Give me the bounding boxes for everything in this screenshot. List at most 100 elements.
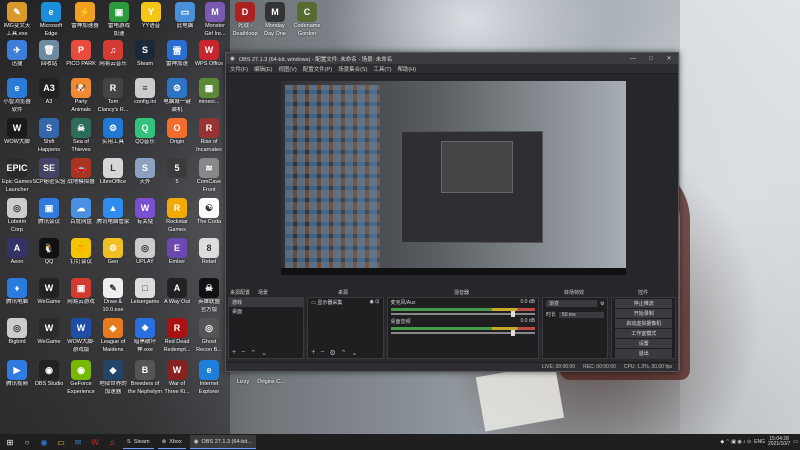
stop-streaming-button[interactable]: 停止推流 [615,299,672,308]
volume-slider[interactable] [390,330,535,336]
desktop-icon[interactable]: ◆ League of Maidens [96,318,130,353]
desktop-icon[interactable]: e 小智浏览器 软件 [0,78,34,113]
move-down-icon[interactable]: ⌄ [352,349,358,357]
obs-preview-canvas[interactable] [281,81,626,275]
desktop-icon[interactable]: ◎ UPLAY [128,238,162,266]
desktop-icon[interactable]: O Origin [160,118,194,146]
desktop-icon[interactable]: W 有关使 [128,198,162,226]
browser-icon[interactable]: ◉ [37,436,51,448]
desktop-icon[interactable]: ◉ GeForce Experience [64,360,98,395]
desktop-icon[interactable]: R Tom Clancy's R... [96,78,130,113]
desktop-icon[interactable]: P PICO PARK [64,40,98,68]
files-icon[interactable]: ▭ [54,436,68,448]
desktop-icon[interactable]: e Microsoft Edge [34,2,68,37]
desktop-icon[interactable]: ◎ Lobotm Corp [0,198,34,233]
desktop-icon[interactable]: A Aeon [0,238,34,266]
desktop-icon[interactable]: R Rise of Incarnates [192,118,226,153]
desktop-icon[interactable]: Q QQ音乐 [128,118,162,146]
eye-icon[interactable]: ◉ ⊡ [370,299,380,305]
scene-item[interactable]: 游戏 [229,298,304,307]
taskbar-app[interactable]: ⊗ Xbox [157,435,186,449]
duration-input[interactable]: 50 ms [558,311,605,318]
add-icon[interactable]: + [311,349,315,357]
desktop-icon[interactable]: ◉ OBS Studio [32,360,66,388]
desktop-icon[interactable]: 🐧 QQ [32,238,66,266]
desktop-icon[interactable]: ☠ 英雄联盟 官方版 [192,278,226,313]
desktop-icon[interactable]: ⚙ Geo [96,238,130,266]
slider-knob[interactable] [510,311,515,317]
mail-icon[interactable]: ✉ [71,436,85,448]
menu-file[interactable]: 文件(F) [230,65,248,73]
add-icon[interactable]: + [232,349,236,357]
desktop-icon[interactable]: 雷雷神加速 [160,40,194,68]
menu-tools[interactable]: 工具(T) [373,65,391,73]
desktop-icon[interactable]: ♫ 网易云音乐 [96,40,130,68]
menu-view[interactable]: 视图(V) [278,65,296,73]
desktop-icon[interactable]: ▦ minecr... [192,78,226,106]
gear-icon[interactable]: ⚙ [600,301,604,307]
settings-button[interactable]: 设置 [615,339,672,348]
desktop-icon[interactable]: R Rockstar Games [160,198,194,233]
desktop-icon[interactable]: e Internet Explorer [192,360,226,395]
start-virtual-camera-button[interactable]: 启动虚拟摄像机 [615,319,672,328]
desktop-icon[interactable]: EPIC Epic Games Launcher [0,158,34,193]
desktop-icon[interactable]: ▣ 网易云游戏 [64,278,98,306]
menu-help[interactable]: 帮助(H) [397,65,416,73]
menu-profile[interactable]: 配置文件(P) [303,65,332,73]
desktop-icon[interactable]: ⚡ 雷神加速器 [68,2,102,30]
desktop-icon[interactable]: E Ember [160,238,194,266]
desktop-icon[interactable]: Origins C... [254,378,288,386]
volume-slider[interactable] [390,311,535,317]
desktop-icon[interactable]: W WOW大脚 [0,118,34,146]
desktop-icon[interactable]: W WPS Office [192,40,226,68]
slider-knob[interactable] [510,330,515,336]
desktop-icon[interactable]: M Monday Day One [258,2,292,37]
tray-icons[interactable]: ◆ ⌃ ▣ ◉ ♪ ⊙ [720,439,751,445]
desktop-icon[interactable]: 🚗 战地模拟器 [64,158,98,186]
maximize-button[interactable]: □ [642,56,660,62]
gear-icon[interactable]: ⚙ [329,349,335,357]
desktop-icon[interactable]: ◆ 地狱世界的 加速器 [96,360,130,395]
taskbar-app[interactable]: ◉ OBS 27.1.3 (64-bit... [189,435,256,449]
move-up-icon[interactable]: ⌃ [250,349,256,357]
remove-icon[interactable]: − [241,349,245,357]
language-indicator[interactable]: ENG [754,439,765,445]
desktop-icon[interactable]: AA Way Out [160,278,194,306]
minimize-button[interactable]: — [624,56,642,62]
desktop-icon[interactable]: ✈ 迅捷 [0,40,34,68]
desktop-icon[interactable]: S 天外 [128,158,162,186]
desktop-icon[interactable]: B Breeders of the Nephelym [128,360,162,395]
windows-start-icon[interactable]: ⊞ [3,436,17,448]
netease-icon[interactable]: ♫ [105,436,119,448]
desktop-icon[interactable]: D 死战 - Deathloop [228,2,262,37]
desktop-icon[interactable]: 🗑 回收站 [32,40,66,68]
desktop-icon[interactable]: 🐥 钉钉会议 [64,238,98,266]
desktop-icon[interactable]: M Monster Girl Ire... [198,2,232,37]
desktop-icon[interactable]: ❖ 暗黑破坏 神.exe [128,318,162,353]
desktop-icon[interactable]: ⚙ 电脑城一键 装机 [160,78,194,113]
desktop-icon[interactable]: ▭ 此电脑 [168,2,202,30]
clock[interactable]: 15:04:28 2021/10/7 [768,436,790,448]
desktop-icon[interactable]: W WeGame [32,278,66,306]
desktop-icon[interactable]: ☁ 百度网盘 [64,198,98,226]
desktop-icon[interactable]: ♦ 腾讯电脑 [0,278,34,306]
taskbar-app[interactable]: S Steam [123,435,154,449]
desktop-icon[interactable]: ▣ 腾讯会议 [32,198,66,226]
desktop-icon[interactable]: 8 Rebel [192,238,226,266]
desktop-icon[interactable]: ⚙ 实用工具 [96,118,130,146]
desktop-icon[interactable]: W WOW大脚- 游戏版 [64,318,98,353]
obs-window[interactable]: ◉ OBS 27.1.3 (64-bit, windows) - 配置文件: 未… [225,52,679,372]
desktop-icon[interactable]: □ Leisergame [128,278,162,306]
desktop-icon[interactable]: ≡ config.ini [128,78,162,106]
studio-mode-button[interactable]: 工作室模式 [615,329,672,338]
desktop-icon[interactable]: 🐶 Party Animals [64,78,98,113]
exit-button[interactable]: 退出 [615,349,672,358]
desktop-icon[interactable]: S Steam [128,40,162,68]
menu-scene-collection[interactable]: 场景集合(S) [338,65,367,73]
move-down-icon[interactable]: ⌄ [261,349,267,357]
desktop-icon[interactable]: 55 [160,158,194,186]
desktop-icon[interactable]: ◎ Ghost Recon B... [192,318,226,353]
desktop-icon[interactable]: ☠ Sea of Thieves [64,118,98,153]
menu-edit[interactable]: 编辑(E) [254,65,272,73]
desktop-icon[interactable]: C Codename Gordon [290,2,324,37]
